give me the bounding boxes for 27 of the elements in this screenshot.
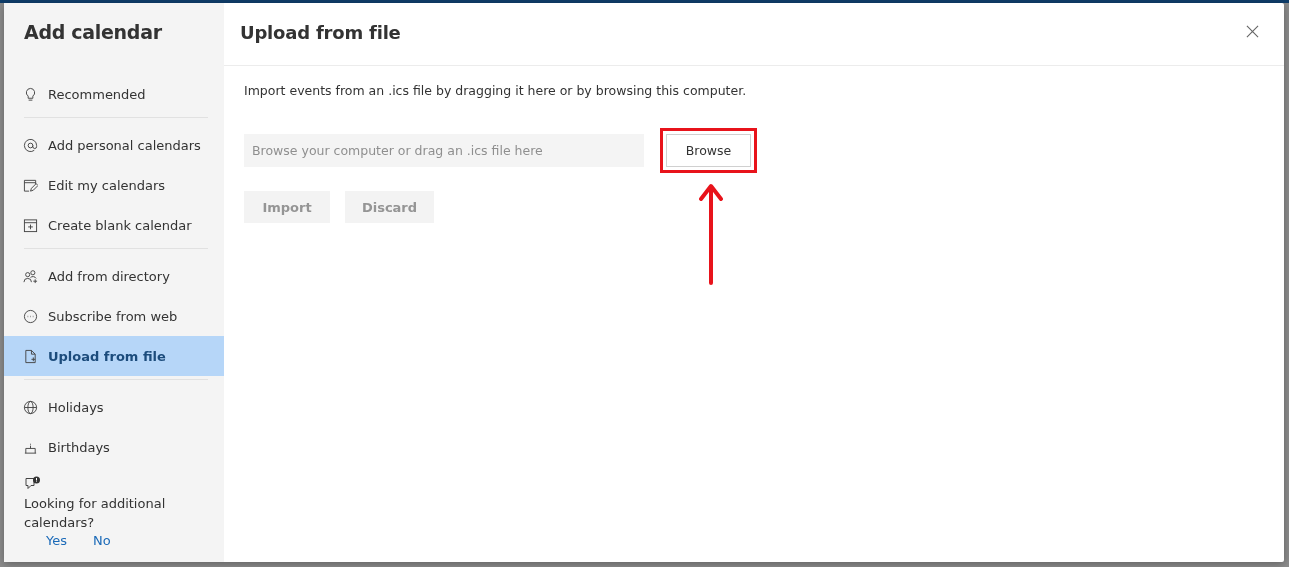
at-sign-icon: [23, 137, 38, 153]
people-add-icon: [23, 268, 38, 284]
close-icon[interactable]: [1246, 24, 1259, 38]
web-circle-icon: [23, 308, 38, 324]
answer-link[interactable]: No: [93, 533, 111, 548]
file-import-icon: [23, 348, 38, 364]
sidebar-item[interactable]: Recommended: [4, 74, 224, 114]
sidebar-item[interactable]: Holidays: [4, 387, 224, 427]
sidebar-title: Add calendar: [23, 20, 163, 45]
sidebar-item[interactable]: Add from directory: [4, 256, 224, 296]
description-text: Import events from an .ics file by dragging it here or by browsing this computer.: [244, 83, 748, 98]
lightbulb-icon: [23, 86, 38, 102]
feedback-question: Looking for additional calendars?: [24, 495, 167, 532]
edit-calendar-icon: [23, 177, 38, 193]
calendar-add-icon: [23, 217, 38, 233]
sidebar-item[interactable]: Add personal calendars: [4, 125, 224, 165]
sidebar-item[interactable]: Birthdays: [4, 427, 224, 467]
sidebar-item[interactable]: Edit my calendars: [4, 165, 224, 205]
sidebar-item[interactable]: Create blank calendar: [4, 205, 224, 245]
sidebar-item[interactable]: Upload from file: [4, 336, 224, 376]
file-input-field[interactable]: Browse your computer or drag an .ics file here: [244, 134, 644, 167]
sidebar-item[interactable]: Subscribe from web: [4, 296, 224, 336]
globe-icon: [23, 399, 38, 415]
browse-button[interactable]: Browse: [666, 134, 751, 167]
panel-title: Upload from file: [240, 21, 401, 43]
arrow-icon: [696, 181, 726, 285]
answer-link[interactable]: Yes: [46, 533, 67, 548]
